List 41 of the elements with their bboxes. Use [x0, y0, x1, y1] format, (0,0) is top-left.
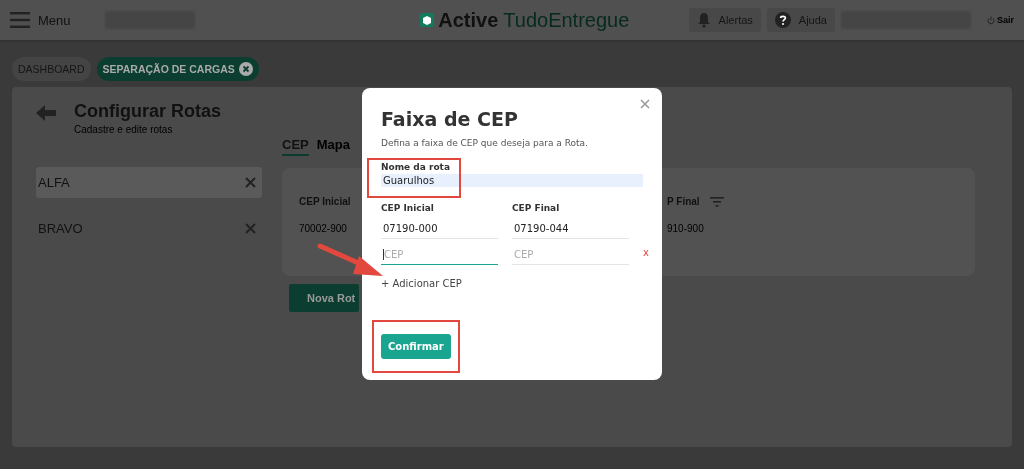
route-item[interactable]: BRAVO	[36, 213, 262, 244]
column-header: CEP Inicial	[381, 203, 435, 213]
field-label: Nome da rota	[381, 162, 451, 172]
table-cell: 910-900	[667, 223, 704, 234]
logo-text: Active	[438, 8, 499, 32]
cep-field[interactable]: CEP	[512, 245, 629, 265]
logo-text: TudoEntregue	[503, 8, 630, 32]
route-name: ALFA	[38, 175, 70, 190]
confirm-button[interactable]: Confirmar	[381, 334, 451, 359]
menu-icon[interactable]	[10, 12, 30, 28]
filter-icon[interactable]	[709, 196, 724, 207]
new-route-button[interactable]: Nova Rot	[289, 284, 360, 312]
table-cell: 70002-900	[299, 223, 347, 234]
cep-field[interactable]: CEP	[381, 245, 498, 265]
route-name: BRAVO	[38, 221, 83, 236]
page-title: Configurar Rotas	[74, 101, 221, 122]
tab[interactable]: Mapa	[316, 137, 350, 156]
cep-field[interactable]: 07190-000	[381, 219, 498, 239]
dialog-description: Defina a faixa de CEP que deseja para a Rota.	[381, 138, 589, 148]
route-name-field[interactable]: Guarulhos	[381, 174, 643, 187]
logout-button[interactable]: Sair	[986, 15, 1014, 25]
column-header: CEP Inicial	[299, 196, 351, 207]
box-icon	[419, 12, 436, 28]
add-cep-link[interactable]: + Adicionar CEP	[381, 278, 462, 289]
close-icon[interactable]	[245, 177, 256, 188]
bell-icon	[696, 12, 711, 28]
close-icon[interactable]	[640, 99, 650, 109]
back-arrow-icon[interactable]	[36, 105, 56, 121]
column-header: CEP Final	[512, 203, 561, 213]
dialog-title: Faixa de CEP	[381, 108, 519, 130]
breadcrumb-chip[interactable]: SEPARAÇÃO DE CARGAS	[96, 57, 259, 81]
tab[interactable]: CEP	[282, 137, 309, 156]
menu-label[interactable]: Menu	[38, 12, 71, 28]
close-icon[interactable]	[238, 62, 253, 76]
help-icon	[774, 12, 791, 28]
column-header: P Final	[667, 196, 700, 207]
power-icon	[986, 15, 995, 25]
page-subtitle: Cadastre e edite rotas	[74, 124, 174, 135]
cep-field[interactable]: 07190-044	[512, 219, 629, 239]
remove-button[interactable]: x	[643, 247, 649, 258]
route-item[interactable]: ALFA	[36, 167, 262, 198]
